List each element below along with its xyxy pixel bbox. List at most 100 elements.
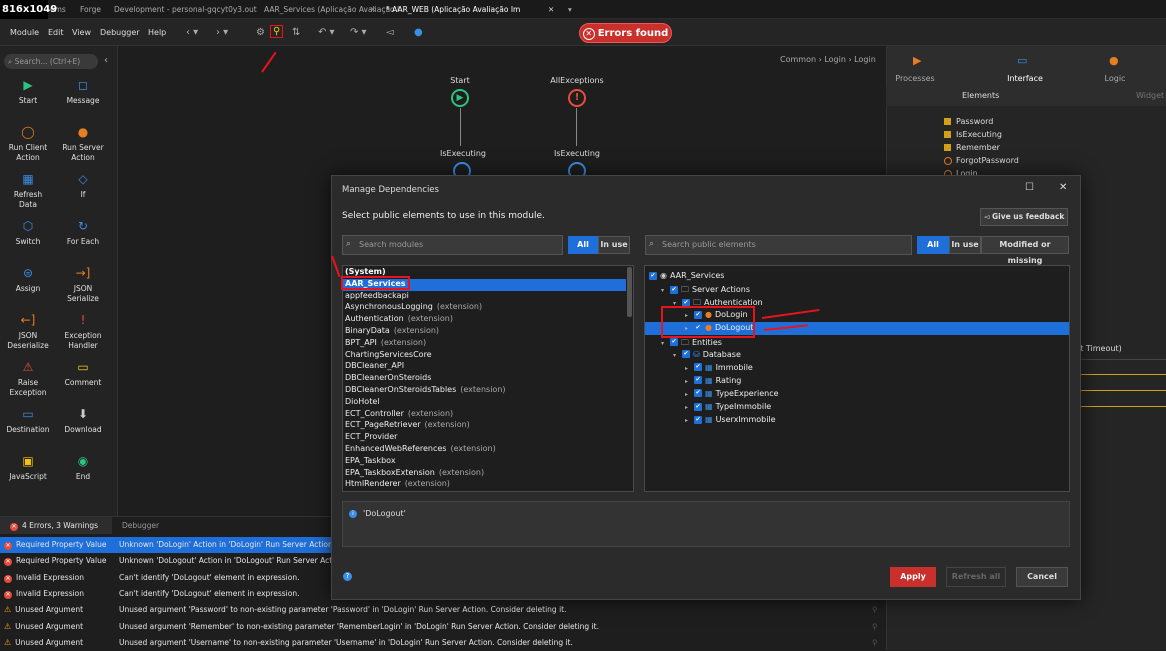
tree-item[interactable]: ▸ ✔ ▦ Rating (685, 376, 741, 385)
checkbox[interactable]: ✔ (694, 363, 702, 372)
error-row[interactable]: ⚠ Unused Argument Unused argument 'Remembe… (0, 619, 886, 635)
bulb-icon[interactable]: ⚲ (872, 619, 878, 635)
module-item[interactable]: DBCleanerOnSteroidsTables (extension) (345, 385, 506, 394)
filter-all-modules-button[interactable]: All (568, 236, 598, 254)
module-item[interactable]: BPT_API (extension) (345, 338, 426, 347)
close-icon[interactable]: ✕ (370, 5, 376, 14)
back-icon[interactable]: ‹ ▾ (186, 27, 198, 38)
module-item[interactable]: DBCleaner_API (345, 361, 404, 370)
tab-elements[interactable]: Elements (962, 91, 999, 100)
tool-json-deserialize[interactable]: ←] JSON Deserialize (0, 314, 56, 351)
tree-item[interactable]: ▸ ✔ ▦ Immobile (685, 363, 753, 372)
menu-help[interactable]: Help (148, 28, 166, 37)
search-elements-input[interactable]: Search public elements (645, 235, 912, 255)
module-item[interactable]: EPA_Taskbox (345, 456, 396, 465)
tab-processes[interactable]: Processes (870, 74, 960, 83)
search-modules-input[interactable]: Search modules (342, 235, 563, 255)
allexceptions-node[interactable]: AllExceptions ! (550, 76, 604, 107)
expand-icon[interactable]: ▸ (685, 378, 694, 385)
help-icon[interactable]: ● (414, 27, 423, 38)
error-row[interactable]: ⚠ Unused Argument Unused argument 'Passwor… (0, 602, 886, 618)
module-item[interactable]: Authentication (extension) (345, 314, 453, 323)
merge-icon[interactable]: ⇅ (292, 27, 300, 38)
tree-item[interactable]: ▾ ✔ ⛁ Database (673, 350, 741, 359)
tool-end[interactable]: ◉ End (55, 455, 111, 482)
tool-exception-handler[interactable]: ! Exception Handler (55, 314, 111, 351)
start-node[interactable]: Start ▶ (440, 76, 480, 107)
tree-item[interactable]: ✔ ◉ AAR_Services (649, 271, 724, 280)
tree-item[interactable]: ▸ ✔ ▦ TypeImmobile (685, 402, 771, 411)
module-item[interactable]: appfeedbackapi (345, 291, 409, 300)
menu-debugger[interactable]: Debugger (100, 28, 140, 37)
tool-run-server-action[interactable]: ● Run Server Action (55, 126, 111, 163)
tab-development[interactable]: Development - personal-gqcyt0y3.out (114, 5, 257, 14)
tab-errors[interactable]: ✕ 4 Errors, 3 Warnings (0, 517, 112, 534)
expand-icon[interactable]: ▸ (685, 404, 694, 411)
expand-icon[interactable]: ▸ (685, 417, 694, 424)
expand-icon[interactable]: ▾ (661, 287, 670, 294)
module-item[interactable]: (System) (345, 267, 386, 276)
tree-item[interactable]: ▸ ✔ ▦ UserxImmobile (685, 415, 776, 424)
module-item[interactable]: ChartingServicesCore (345, 350, 432, 359)
menu-edit[interactable]: Edit (48, 28, 64, 37)
tool-javascript[interactable]: ▣ JavaScript (0, 455, 56, 482)
filter-all-elements-button[interactable]: All (917, 236, 949, 254)
module-item[interactable]: ECT_PageRetriever (extension) (345, 420, 470, 429)
tool-switch[interactable]: ⬡ Switch (0, 220, 56, 247)
chevron-down-icon[interactable]: ▾ (568, 5, 572, 14)
checkbox[interactable]: ✔ (670, 338, 678, 346)
collapse-icon[interactable]: ‹ (104, 55, 108, 66)
filter-inuse-modules-button[interactable]: In use (598, 236, 630, 254)
tool-destination[interactable]: ▭ Destination (0, 408, 56, 435)
module-item[interactable]: HtmlRenderer (extension) (345, 479, 450, 488)
close-icon[interactable]: ✕ (548, 5, 554, 14)
close-icon[interactable]: ✕ (1059, 182, 1067, 193)
toolbox-search-input[interactable]: ⌕ Search... (Ctrl+E) (4, 54, 98, 69)
filter-inuse-elements-button[interactable]: In use (949, 236, 981, 254)
module-item[interactable]: DioHotel (345, 397, 379, 406)
module-item[interactable]: BinaryData (extension) (345, 326, 439, 335)
tree-item[interactable]: ▾ ✔ 🗀 Server Actions (661, 284, 750, 298)
module-item[interactable]: DBCleanerOnSteroids (345, 373, 431, 382)
checkbox[interactable]: ✔ (682, 350, 690, 359)
feedback-button[interactable]: ◅ Give us feedback (980, 208, 1068, 226)
tool-for-each[interactable]: ↻ For Each (55, 220, 111, 247)
tab-widgets[interactable]: Widget (1136, 91, 1164, 100)
tab-aar-web[interactable]: * AAR_WEB (Aplicação Avaliação Im (386, 5, 520, 14)
checkbox[interactable]: ✔ (694, 402, 702, 411)
help-icon[interactable]: ? (343, 572, 352, 581)
manage-dependencies-icon[interactable]: ⚲ (270, 25, 284, 38)
bulb-icon[interactable]: ⚲ (872, 635, 878, 651)
tab-debugger[interactable]: Debugger (122, 521, 159, 530)
module-item[interactable]: EPA_TaskboxExtension (extension) (345, 468, 484, 477)
redo-icon[interactable]: ↷ ▾ (350, 27, 367, 38)
checkbox[interactable]: ✔ (694, 376, 702, 385)
expand-icon[interactable]: ▾ (661, 340, 670, 347)
tab-forge[interactable]: Forge (80, 5, 101, 14)
bulb-icon[interactable]: ⚲ (872, 602, 878, 618)
settings-icon[interactable]: ⚙ (256, 27, 265, 38)
tree-item[interactable]: ▸ ✔ ▦ TypeExperience (685, 389, 779, 398)
checkbox[interactable]: ✔ (649, 271, 657, 280)
expand-icon[interactable]: ▸ (685, 365, 694, 372)
tool-message[interactable]: ◻ Message (55, 79, 111, 106)
menu-module[interactable]: Module (10, 28, 39, 37)
module-item[interactable]: ECT_Controller (extension) (345, 409, 453, 418)
tab-logic[interactable]: Logic (1070, 74, 1160, 83)
refresh-all-button[interactable]: Refresh all (946, 567, 1006, 587)
expand-icon[interactable]: ▸ (685, 391, 694, 398)
tool-refresh-data[interactable]: ▦ Refresh Data (0, 173, 56, 210)
maximize-icon[interactable]: ☐ (1025, 182, 1034, 193)
tool-if[interactable]: ◇ If (55, 173, 111, 200)
tree-item-remember[interactable]: Remember (944, 143, 1000, 152)
tree-item[interactable]: ▾ ✔ 🗀 Entities (661, 337, 722, 351)
tab-aar-services[interactable]: AAR_Services (Aplicação Avaliação I (264, 5, 399, 14)
expand-icon[interactable]: ▾ (673, 352, 682, 359)
module-item[interactable]: ECT_Provider (345, 432, 397, 441)
tool-run-client-action[interactable]: ◯ Run Client Action (0, 126, 56, 163)
forward-icon[interactable]: › ▾ (216, 27, 228, 38)
tab-interface[interactable]: Interface (980, 74, 1070, 83)
undo-icon[interactable]: ↶ ▾ (318, 27, 335, 38)
tree-item-forgotpassword[interactable]: ForgotPassword (944, 156, 1019, 165)
tool-download[interactable]: ⬇ Download (55, 408, 111, 435)
